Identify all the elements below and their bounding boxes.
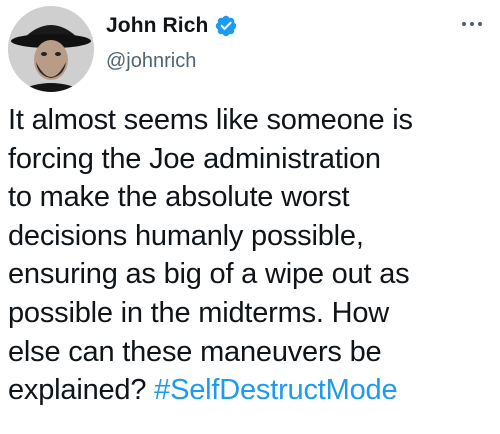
tweet-card: John Rich @johnrich It almost seems like… bbox=[0, 0, 500, 434]
tweet-text-line: forcing the Joe administration bbox=[8, 142, 381, 175]
verified-badge-icon bbox=[214, 14, 238, 38]
author-display-name[interactable]: John Rich bbox=[106, 14, 208, 38]
author-handle[interactable]: @johnrich bbox=[106, 50, 196, 73]
more-options-button[interactable] bbox=[454, 10, 490, 38]
tweet-text-line: ensuring as big of a wipe out as bbox=[8, 258, 410, 291]
tweet-text: It almost seems like someone is forcing … bbox=[8, 101, 496, 410]
avatar[interactable] bbox=[8, 6, 94, 92]
tweet-text-line: to make the absolute worst bbox=[8, 181, 350, 214]
tweet-text-line: It almost seems like someone is bbox=[8, 104, 413, 136]
author-name-row: John Rich bbox=[106, 14, 238, 38]
more-options-icon bbox=[461, 21, 483, 27]
tweet-text-line: else can these maneuvers be bbox=[8, 335, 382, 368]
tweet-text-last-segment: explained? bbox=[8, 374, 155, 407]
tweet-text-line: possible in the midterms. How bbox=[8, 296, 390, 329]
tweet-text-line: decisions humanly possible, bbox=[8, 219, 364, 252]
tweet-text-last-line: explained? #SelfDestructMode bbox=[8, 371, 496, 410]
hashtag-link[interactable]: #SelfDestructMode bbox=[154, 374, 397, 406]
avatar-image bbox=[8, 6, 94, 92]
